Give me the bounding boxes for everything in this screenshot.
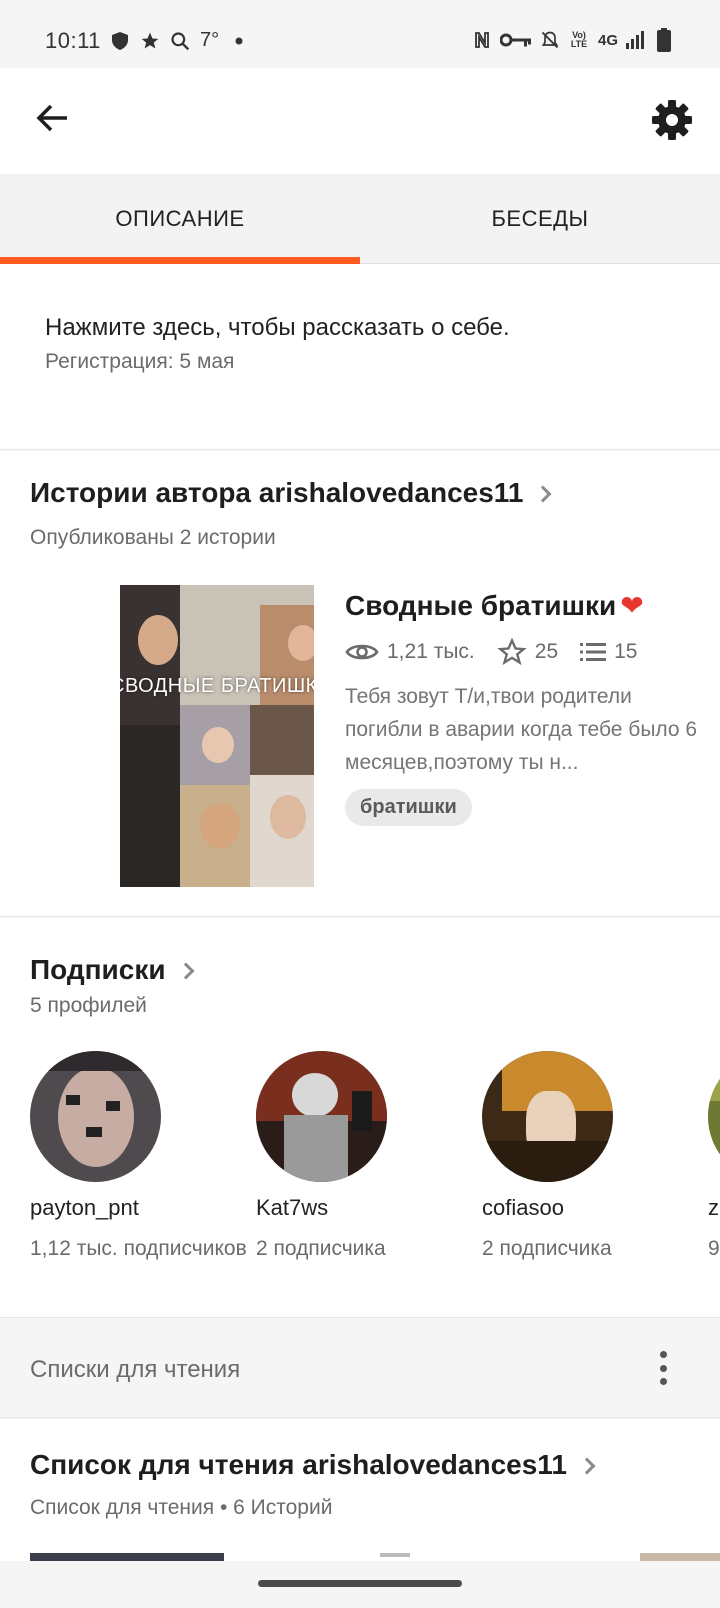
signal-icon [626, 29, 646, 51]
profile-name: Kat7ws [256, 1195, 329, 1220]
reading-list-title: Список для чтения arishalovedances11 [30, 1449, 567, 1480]
star-icon [140, 30, 160, 52]
dot-icon [229, 30, 249, 52]
profile-card[interactable]: z 9 [708, 1051, 720, 1262]
following-section: Подписки 5 профилей payton_pnt 1,12 тыс.… [0, 918, 720, 1318]
profile-name: payton_pnt [30, 1195, 139, 1220]
eye-icon [345, 644, 379, 660]
home-gesture-handle[interactable] [258, 1580, 462, 1587]
story-stats: 1,21 тыс. 25 15 [345, 638, 705, 666]
story-title-row[interactable]: Сводные братишки ❤ [345, 589, 705, 622]
avatar [482, 1051, 613, 1182]
app-bar [0, 68, 720, 174]
settings-button[interactable] [646, 94, 698, 146]
more-vertical-icon[interactable] [651, 1351, 675, 1385]
profile-card[interactable]: Kat7ws 2 подписчика [256, 1051, 482, 1262]
search-icon [170, 30, 190, 52]
following-title: Подписки [30, 954, 166, 985]
story-parts: 15 [614, 640, 638, 663]
network-type: 4G [597, 31, 618, 49]
reading-list-subtitle: Список для чтения • 6 Историй [30, 1496, 333, 1519]
story-tag[interactable]: братишки [345, 789, 472, 826]
reading-lists-bar: Списки для чтения [0, 1319, 720, 1418]
author-stories-section: Истории автора arishalovedances11 Опубли… [0, 451, 720, 917]
arrow-left-icon [36, 104, 67, 132]
profile-followers: 9 [708, 1237, 720, 1260]
status-right-icons: Vo) LTE 4G [472, 28, 674, 52]
stories-title: Истории автора arishalovedances11 [30, 477, 524, 508]
status-temperature: 7° [200, 29, 220, 51]
profile-name: z [708, 1195, 719, 1220]
following-count: 5 профилей [30, 994, 147, 1017]
avatar [30, 1051, 161, 1182]
stories-header[interactable]: Истории автора arishalovedances11 [30, 477, 552, 509]
tab-conversations[interactable]: БЕСЕДЫ [360, 174, 720, 264]
avatar [256, 1051, 387, 1182]
tab-bar: ОПИСАНИЕ БЕСЕДЫ [0, 174, 720, 264]
reading-list-thumbnails[interactable] [0, 1553, 720, 1561]
profile-card[interactable]: cofiasoo 2 подписчика [482, 1051, 708, 1262]
story-info: Сводные братишки ❤ 1,21 тыс. 25 15 Тебя … [345, 589, 705, 826]
chevron-right-icon [177, 962, 195, 980]
about-prompt[interactable]: Нажмите здесь, чтобы рассказать о себе. [45, 314, 510, 342]
story-title: Сводные братишки [345, 589, 617, 621]
story-votes: 25 [534, 640, 559, 663]
gear-icon [652, 100, 692, 140]
reading-list-header[interactable]: Список для чтения arishalovedances11 [30, 1449, 596, 1481]
stories-count: Опубликованы 2 истории [30, 526, 276, 549]
chevron-right-icon [534, 485, 552, 503]
profile-name: cofiasoo [482, 1195, 564, 1220]
status-bar: 10:11 7° Vo) LTE 4G [0, 0, 720, 68]
registration-date: Регистрация: 5 мая [45, 350, 235, 373]
tab-description[interactable]: ОПИСАНИЕ [0, 174, 360, 264]
reading-list-section: Список для чтения arishalovedances11 Спи… [0, 1419, 720, 1561]
profile-followers: 2 подписчика [256, 1237, 386, 1260]
story-views: 1,21 тыс. [387, 640, 475, 663]
cover-title: СВОДНЫЕ БРАТИШКИ [120, 675, 314, 697]
status-time: 10:11 [45, 28, 101, 53]
chevron-right-icon [578, 1457, 596, 1475]
key-icon [499, 29, 532, 51]
system-nav-bar [0, 1562, 720, 1608]
shield-icon [110, 30, 130, 52]
profile-carousel: payton_pnt 1,12 тыс. подписчиков Kat7ws … [30, 1051, 720, 1262]
reading-lists-label: Списки для чтения [30, 1356, 241, 1383]
story-cover[interactable]: СВОДНЫЕ БРАТИШКИ [120, 585, 314, 887]
avatar [708, 1051, 720, 1182]
volte-icon: Vo) LTE [570, 30, 588, 49]
nfc-icon [472, 29, 492, 51]
story-description: Тебя зовут Т/и,твои родители погибли в а… [345, 685, 698, 774]
status-left-icons: 7° [110, 29, 249, 52]
following-header[interactable]: Подписки [30, 954, 195, 986]
profile-card[interactable]: payton_pnt 1,12 тыс. подписчиков [30, 1051, 256, 1262]
list-icon [580, 643, 607, 661]
heart-icon: ❤ [620, 590, 644, 621]
about-section: Нажмите здесь, чтобы рассказать о себе. … [0, 264, 720, 450]
profile-followers: 2 подписчика [482, 1237, 612, 1260]
bell-off-icon [540, 29, 560, 51]
battery-icon [654, 28, 674, 52]
back-button[interactable] [28, 94, 76, 142]
profile-followers: 1,12 тыс. подписчиков [30, 1237, 247, 1260]
star-outline-icon [497, 638, 527, 666]
